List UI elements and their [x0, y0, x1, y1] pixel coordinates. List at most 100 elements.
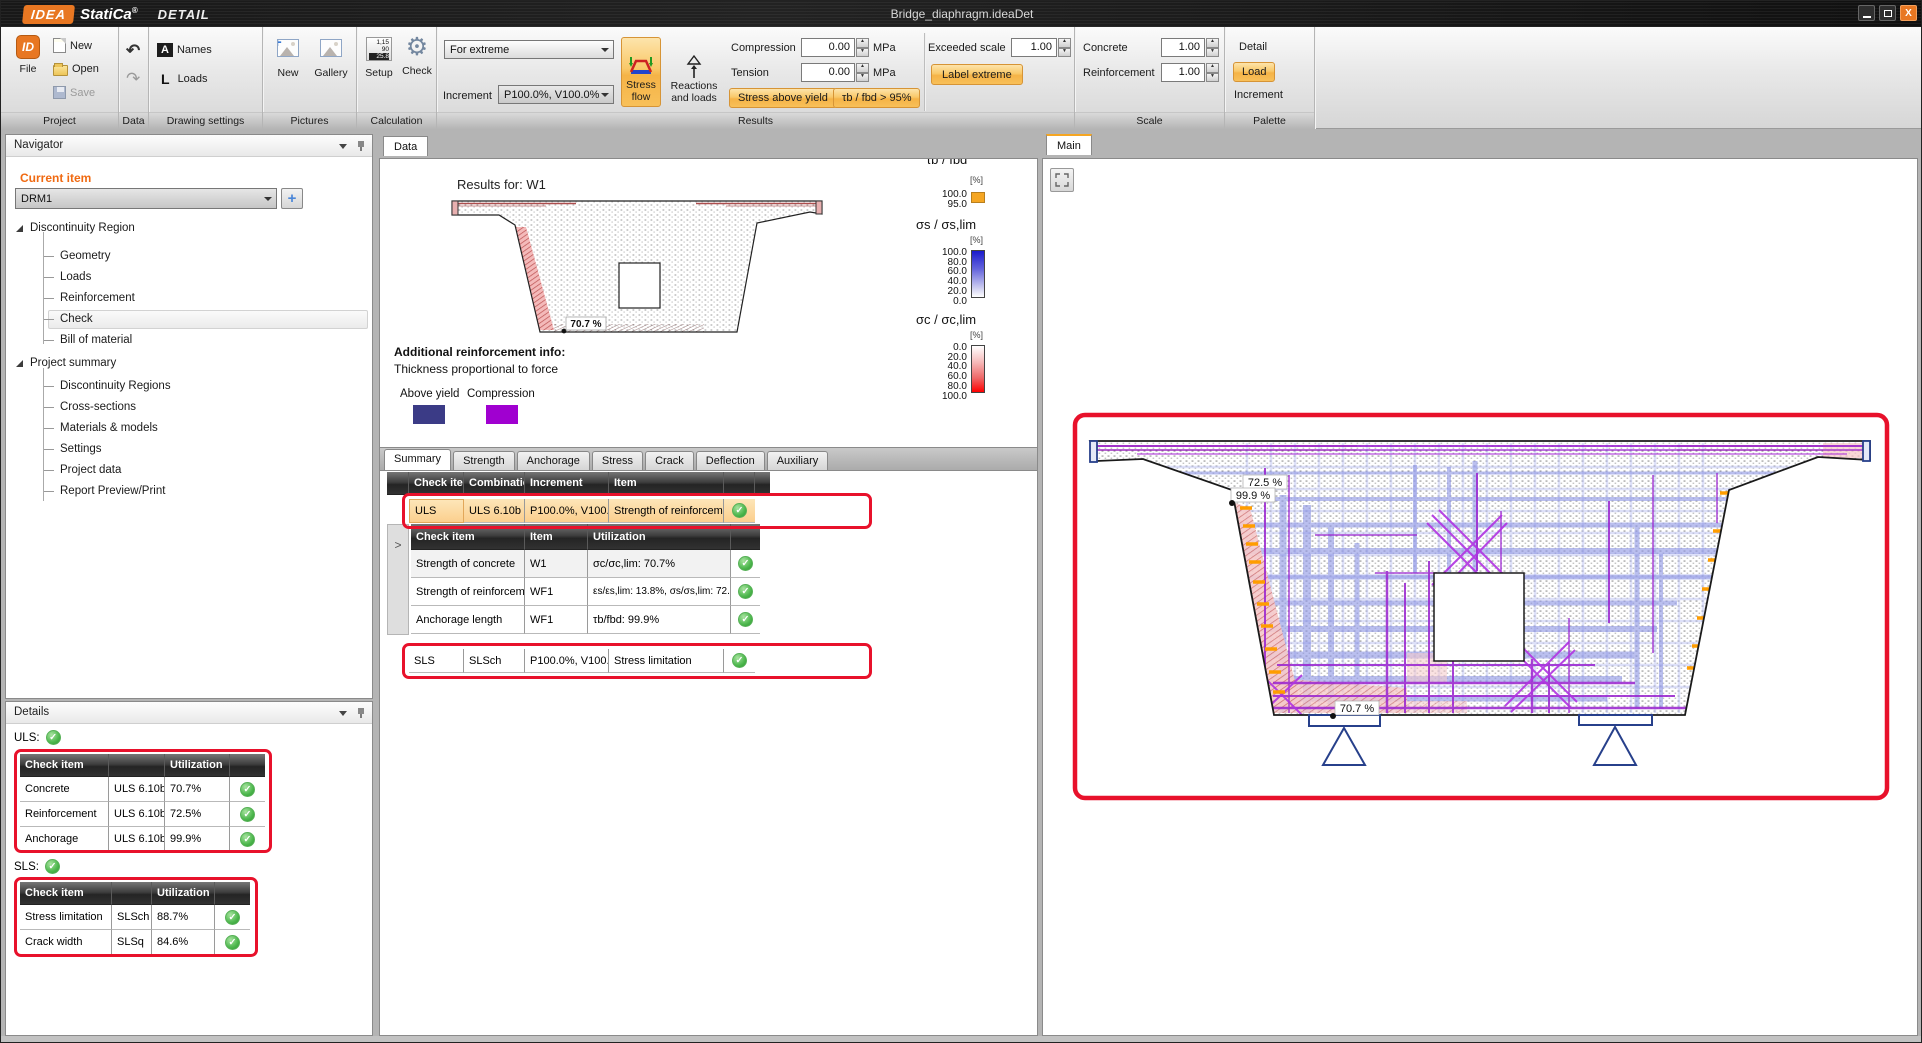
check-ok-icon: ✓ [225, 910, 240, 925]
pin-icon[interactable] [356, 140, 366, 152]
exceeded-scale-input[interactable]: 1.00 [1011, 38, 1057, 57]
scale-reinforcement-input[interactable]: 1.00 [1161, 63, 1205, 82]
stress-flow-toggle[interactable]: Stress flow [621, 37, 661, 107]
spin-down-icon[interactable]: ▼ [856, 48, 869, 58]
tree-item-geometry[interactable]: Geometry [44, 247, 111, 265]
maximize-button[interactable] [1879, 5, 1896, 21]
label-extreme-toggle[interactable]: Label extreme [931, 64, 1023, 85]
table-row[interactable]: Stress limitation SLSch 88.7% ✓ [20, 905, 250, 930]
spin-down-icon[interactable]: ▼ [1206, 73, 1219, 83]
scale-reinforcement-stepper[interactable]: ▲▼ [1206, 63, 1219, 82]
table-row[interactable]: Crack width SLSq 84.6% ✓ [20, 930, 250, 955]
bridge-stress-visualization[interactable]: 72.5 % 99.9 % 70.7 % [1071, 409, 1891, 801]
scale-concrete-stepper[interactable]: ▲▼ [1206, 38, 1219, 57]
redo-icon: ↷ [126, 71, 140, 87]
tab-crack[interactable]: Crack [645, 451, 694, 470]
table-row[interactable]: Reinforcement ULS 6.10b 72.5% ✓ [20, 802, 265, 827]
tree-item-loads[interactable]: Loads [44, 268, 91, 286]
left-wing-tip [1090, 441, 1097, 462]
tab-auxiliary[interactable]: Auxiliary [767, 451, 829, 470]
spin-up-icon[interactable]: ▲ [856, 63, 869, 73]
spin-up-icon[interactable]: ▲ [1206, 38, 1219, 48]
open-button[interactable]: Open [53, 62, 99, 76]
cell-status: ✓ [731, 606, 760, 634]
tab-data[interactable]: Data [383, 136, 428, 156]
palette-load-option[interactable]: Load [1233, 62, 1275, 82]
spin-down-icon[interactable]: ▼ [1058, 48, 1071, 58]
table-row[interactable]: Concrete ULS 6.10b 70.7% ✓ [20, 777, 265, 802]
extreme-select[interactable]: For extreme [444, 40, 614, 59]
palette-increment-option[interactable]: Increment [1234, 89, 1283, 101]
tab-strength[interactable]: Strength [453, 451, 515, 470]
pin-icon[interactable] [356, 707, 366, 719]
tree-item-discontinuity-regions[interactable]: Discontinuity Regions [44, 377, 171, 395]
tab-main[interactable]: Main [1046, 134, 1092, 155]
tree-item-materials-models[interactable]: Materials & models [44, 419, 158, 437]
compression-input[interactable]: 0.00 [801, 38, 855, 57]
tree-item-discontinuity-region[interactable]: Discontinuity Region [16, 219, 135, 237]
table-row[interactable]: Strength of concrete W1 σc/σc,lim: 70.7%… [411, 550, 760, 578]
spin-down-icon[interactable]: ▼ [1206, 48, 1219, 58]
sls-summary-row[interactable]: SLS SLSch P100.0%, V100.0% Stress limita… [409, 649, 755, 673]
check-button[interactable]: ⚙ Check [399, 35, 435, 77]
tree-item-settings[interactable]: Settings [44, 440, 102, 458]
save-button[interactable]: Save [53, 86, 95, 99]
tree-item-label: Report Preview/Print [60, 485, 165, 497]
tab-stress[interactable]: Stress [592, 451, 643, 470]
current-item-select[interactable]: DRM1 [15, 188, 277, 209]
spin-down-icon[interactable]: ▼ [856, 73, 869, 83]
compression-stepper[interactable]: ▲▼ [856, 38, 869, 57]
tb-fbd-toggle[interactable]: τb / fbd > 95% [833, 88, 920, 108]
tab-anchorage[interactable]: Anchorage [517, 451, 590, 470]
palette-detail-option[interactable]: Detail [1239, 41, 1267, 53]
minimize-button[interactable] [1858, 5, 1875, 21]
gallery-button[interactable]: Gallery [310, 39, 352, 79]
tree-item-cross-sections[interactable]: Cross-sections [44, 398, 136, 416]
table-row[interactable]: Anchorage ULS 6.10b 99.9% ✓ [20, 827, 265, 852]
col-check-item: Check item [20, 882, 112, 905]
tab-deflection[interactable]: Deflection [696, 451, 765, 470]
row-expander[interactable]: > [387, 524, 409, 635]
tree-expander-icon[interactable] [16, 360, 23, 367]
tree-item-project-summary[interactable]: Project summary [16, 354, 116, 372]
tab-summary[interactable]: Summary [384, 449, 451, 470]
cell-utilization: σc/σc,lim: 70.7% [588, 550, 731, 578]
tree-item-check[interactable]: Check [44, 310, 93, 328]
picture-new-button[interactable]: + New [270, 39, 306, 79]
close-button[interactable]: X [1900, 5, 1917, 21]
increment-select[interactable]: P100.0%, V100.0% [498, 85, 614, 104]
table-row[interactable]: Anchorage length WF1 τb/fbd: 99.9% ✓ [411, 606, 760, 634]
names-button[interactable]: A Names [157, 43, 212, 57]
ribbon-group-palette: Detail Load Increment Palette [1225, 27, 1315, 129]
file-button[interactable]: ID File [11, 35, 45, 75]
tension-stepper[interactable]: ▲▼ [856, 63, 869, 82]
setup-button[interactable]: 1,159025.8 Setup [361, 37, 397, 79]
new-button[interactable]: New [53, 38, 92, 53]
exceeded-scale-stepper[interactable]: ▲▼ [1058, 38, 1071, 57]
scale-concrete-input[interactable]: 1.00 [1161, 38, 1205, 57]
spin-up-icon[interactable]: ▲ [1058, 38, 1071, 48]
tree-item-project-data[interactable]: Project data [44, 461, 121, 479]
tension-input[interactable]: 0.00 [801, 63, 855, 82]
spin-up-icon[interactable]: ▲ [856, 38, 869, 48]
tree-item-reinforcement[interactable]: Reinforcement [44, 289, 135, 307]
add-item-button[interactable]: + [281, 188, 303, 209]
stress-above-yield-toggle[interactable]: Stress above yield [729, 88, 837, 108]
tree-item-bill-of-material[interactable]: Bill of material [44, 331, 132, 349]
reactions-loads-toggle[interactable]: Reactions and loads [665, 37, 723, 107]
tree-expander-icon[interactable] [16, 225, 23, 232]
undo-button[interactable]: ↶ [126, 43, 140, 59]
redo-button[interactable]: ↷ [126, 71, 140, 87]
table-row[interactable]: Strength of reinforcement WF1 εs/εs,lim:… [411, 578, 760, 606]
cell-sls: SLS [409, 649, 464, 673]
check-ok-icon: ✓ [225, 935, 240, 950]
tree-item-report-preview[interactable]: Report Preview/Print [44, 482, 165, 500]
chevron-down-icon[interactable] [339, 144, 347, 149]
cell-status: ✓ [731, 550, 760, 578]
details-panel: Details ULS:✓ Check item Utilization Con… [5, 701, 373, 1036]
chevron-down-icon[interactable] [339, 711, 347, 716]
fit-view-button[interactable] [1050, 168, 1074, 192]
uls-summary-row[interactable]: ULS ULS 6.10b P100.0%, V100.0% Strength … [409, 499, 755, 523]
loads-button[interactable]: L Loads [157, 71, 208, 87]
spin-up-icon[interactable]: ▲ [1206, 63, 1219, 73]
